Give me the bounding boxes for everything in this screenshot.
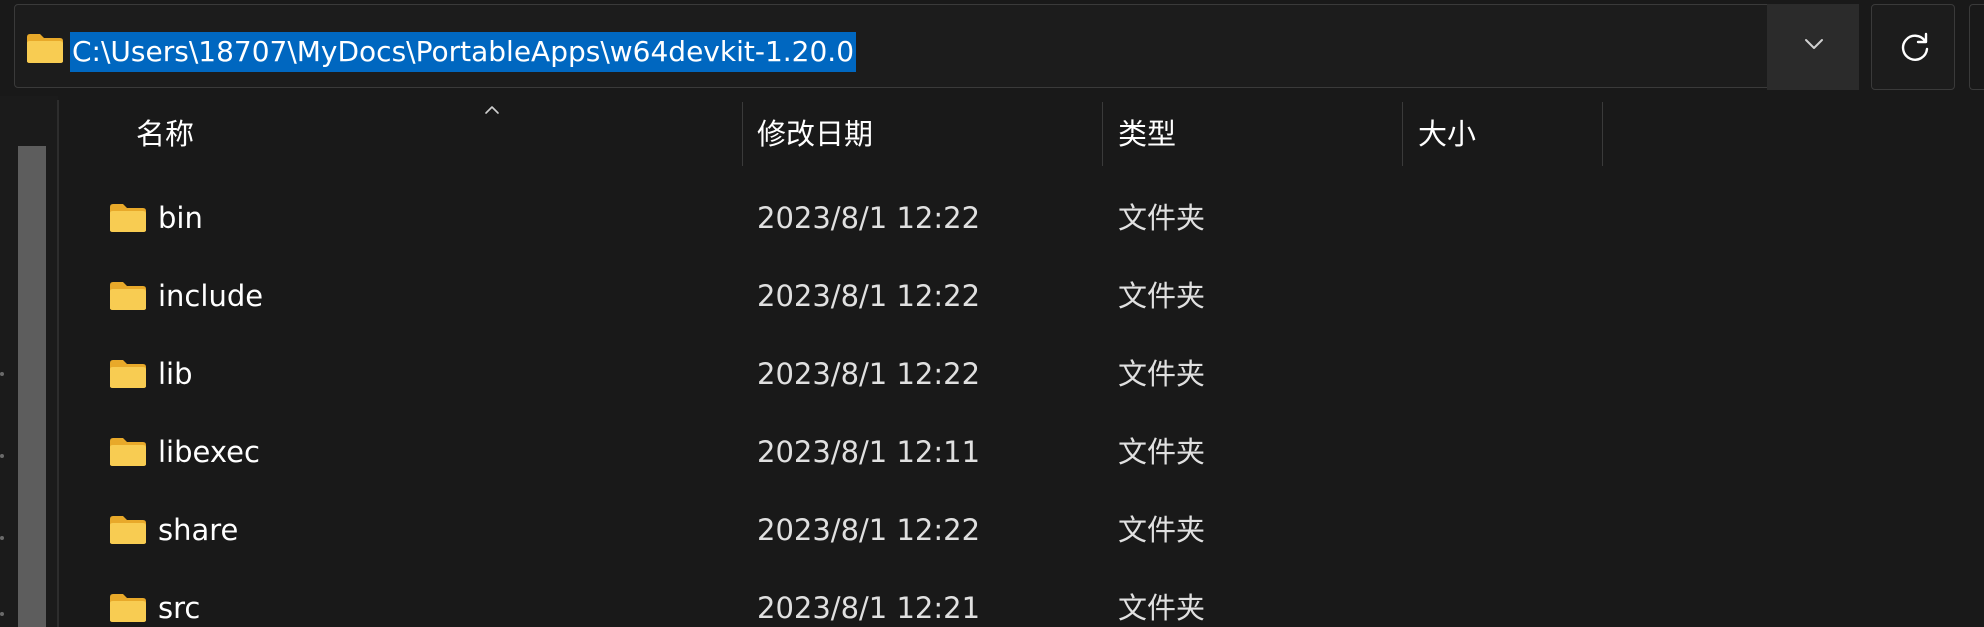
file-row[interactable]: src 2023/8/1 12:21 文件夹 <box>60 569 1960 627</box>
file-modified-date: 2023/8/1 12:22 <box>757 357 981 391</box>
file-type: 文件夹 <box>1118 357 1206 391</box>
file-name[interactable]: bin <box>158 179 203 257</box>
file-modified-date: 2023/8/1 12:22 <box>757 279 981 313</box>
file-modified-date: 2023/8/1 12:21 <box>757 591 981 625</box>
file-row[interactable]: include 2023/8/1 12:22 文件夹 <box>60 257 1960 335</box>
file-row[interactable]: lib 2023/8/1 12:22 文件夹 <box>60 335 1960 413</box>
folder-icon <box>108 514 148 546</box>
file-name[interactable]: libexec <box>158 413 260 491</box>
navigation-scrollbar-thumb[interactable] <box>18 146 46 627</box>
folder-icon <box>25 31 65 65</box>
file-type: 文件夹 <box>1118 513 1206 547</box>
sort-ascending-icon <box>485 106 499 114</box>
address-path-text[interactable]: C:\Users\18707\MyDocs\PortableApps\w64de… <box>70 32 857 72</box>
address-bar[interactable]: C:\Users\18707\MyDocs\PortableApps\w64de… <box>14 4 1781 88</box>
column-header-type[interactable]: 类型 <box>1118 100 1176 168</box>
file-row[interactable]: libexec 2023/8/1 12:11 文件夹 <box>60 413 1960 491</box>
folder-icon <box>108 280 148 312</box>
address-history-dropdown-button[interactable] <box>1767 4 1859 90</box>
column-separator[interactable] <box>1602 102 1603 166</box>
refresh-button[interactable] <box>1871 4 1955 90</box>
file-type: 文件夹 <box>1118 591 1206 625</box>
nav-item-marker <box>0 536 4 540</box>
nav-item-marker <box>0 372 4 376</box>
file-type: 文件夹 <box>1118 279 1206 313</box>
column-separator[interactable] <box>742 102 743 166</box>
file-name[interactable]: share <box>158 491 238 569</box>
folder-icon <box>108 358 148 390</box>
column-header-row: 名称 修改日期 类型 大小 <box>60 100 1984 168</box>
file-modified-date: 2023/8/1 12:11 <box>757 435 981 469</box>
file-row[interactable]: share 2023/8/1 12:22 文件夹 <box>60 491 1960 569</box>
refresh-icon <box>1901 32 1929 61</box>
file-explorer-window: C:\Users\18707\MyDocs\PortableApps\w64de… <box>0 0 1984 627</box>
file-modified-date: 2023/8/1 12:22 <box>757 513 981 547</box>
file-type: 文件夹 <box>1118 201 1206 235</box>
folder-icon <box>108 202 148 234</box>
chevron-down-icon <box>1805 39 1823 49</box>
folder-icon <box>108 436 148 468</box>
column-separator[interactable] <box>1402 102 1403 166</box>
file-name[interactable]: include <box>158 257 263 335</box>
nav-item-marker <box>0 454 4 458</box>
column-header-size[interactable]: 大小 <box>1418 100 1476 168</box>
file-name[interactable]: src <box>158 569 200 627</box>
file-modified-date: 2023/8/1 12:22 <box>757 201 981 235</box>
column-header-name[interactable]: 名称 <box>136 100 194 168</box>
pane-divider[interactable] <box>57 100 59 627</box>
column-separator[interactable] <box>1102 102 1103 166</box>
nav-item-marker <box>0 612 4 616</box>
file-type: 文件夹 <box>1118 435 1206 469</box>
folder-icon <box>108 592 148 624</box>
search-box-edge[interactable] <box>1969 4 1984 90</box>
file-row[interactable]: bin 2023/8/1 12:22 文件夹 <box>60 179 1960 257</box>
file-name[interactable]: lib <box>158 335 193 413</box>
column-header-modified[interactable]: 修改日期 <box>757 100 873 168</box>
